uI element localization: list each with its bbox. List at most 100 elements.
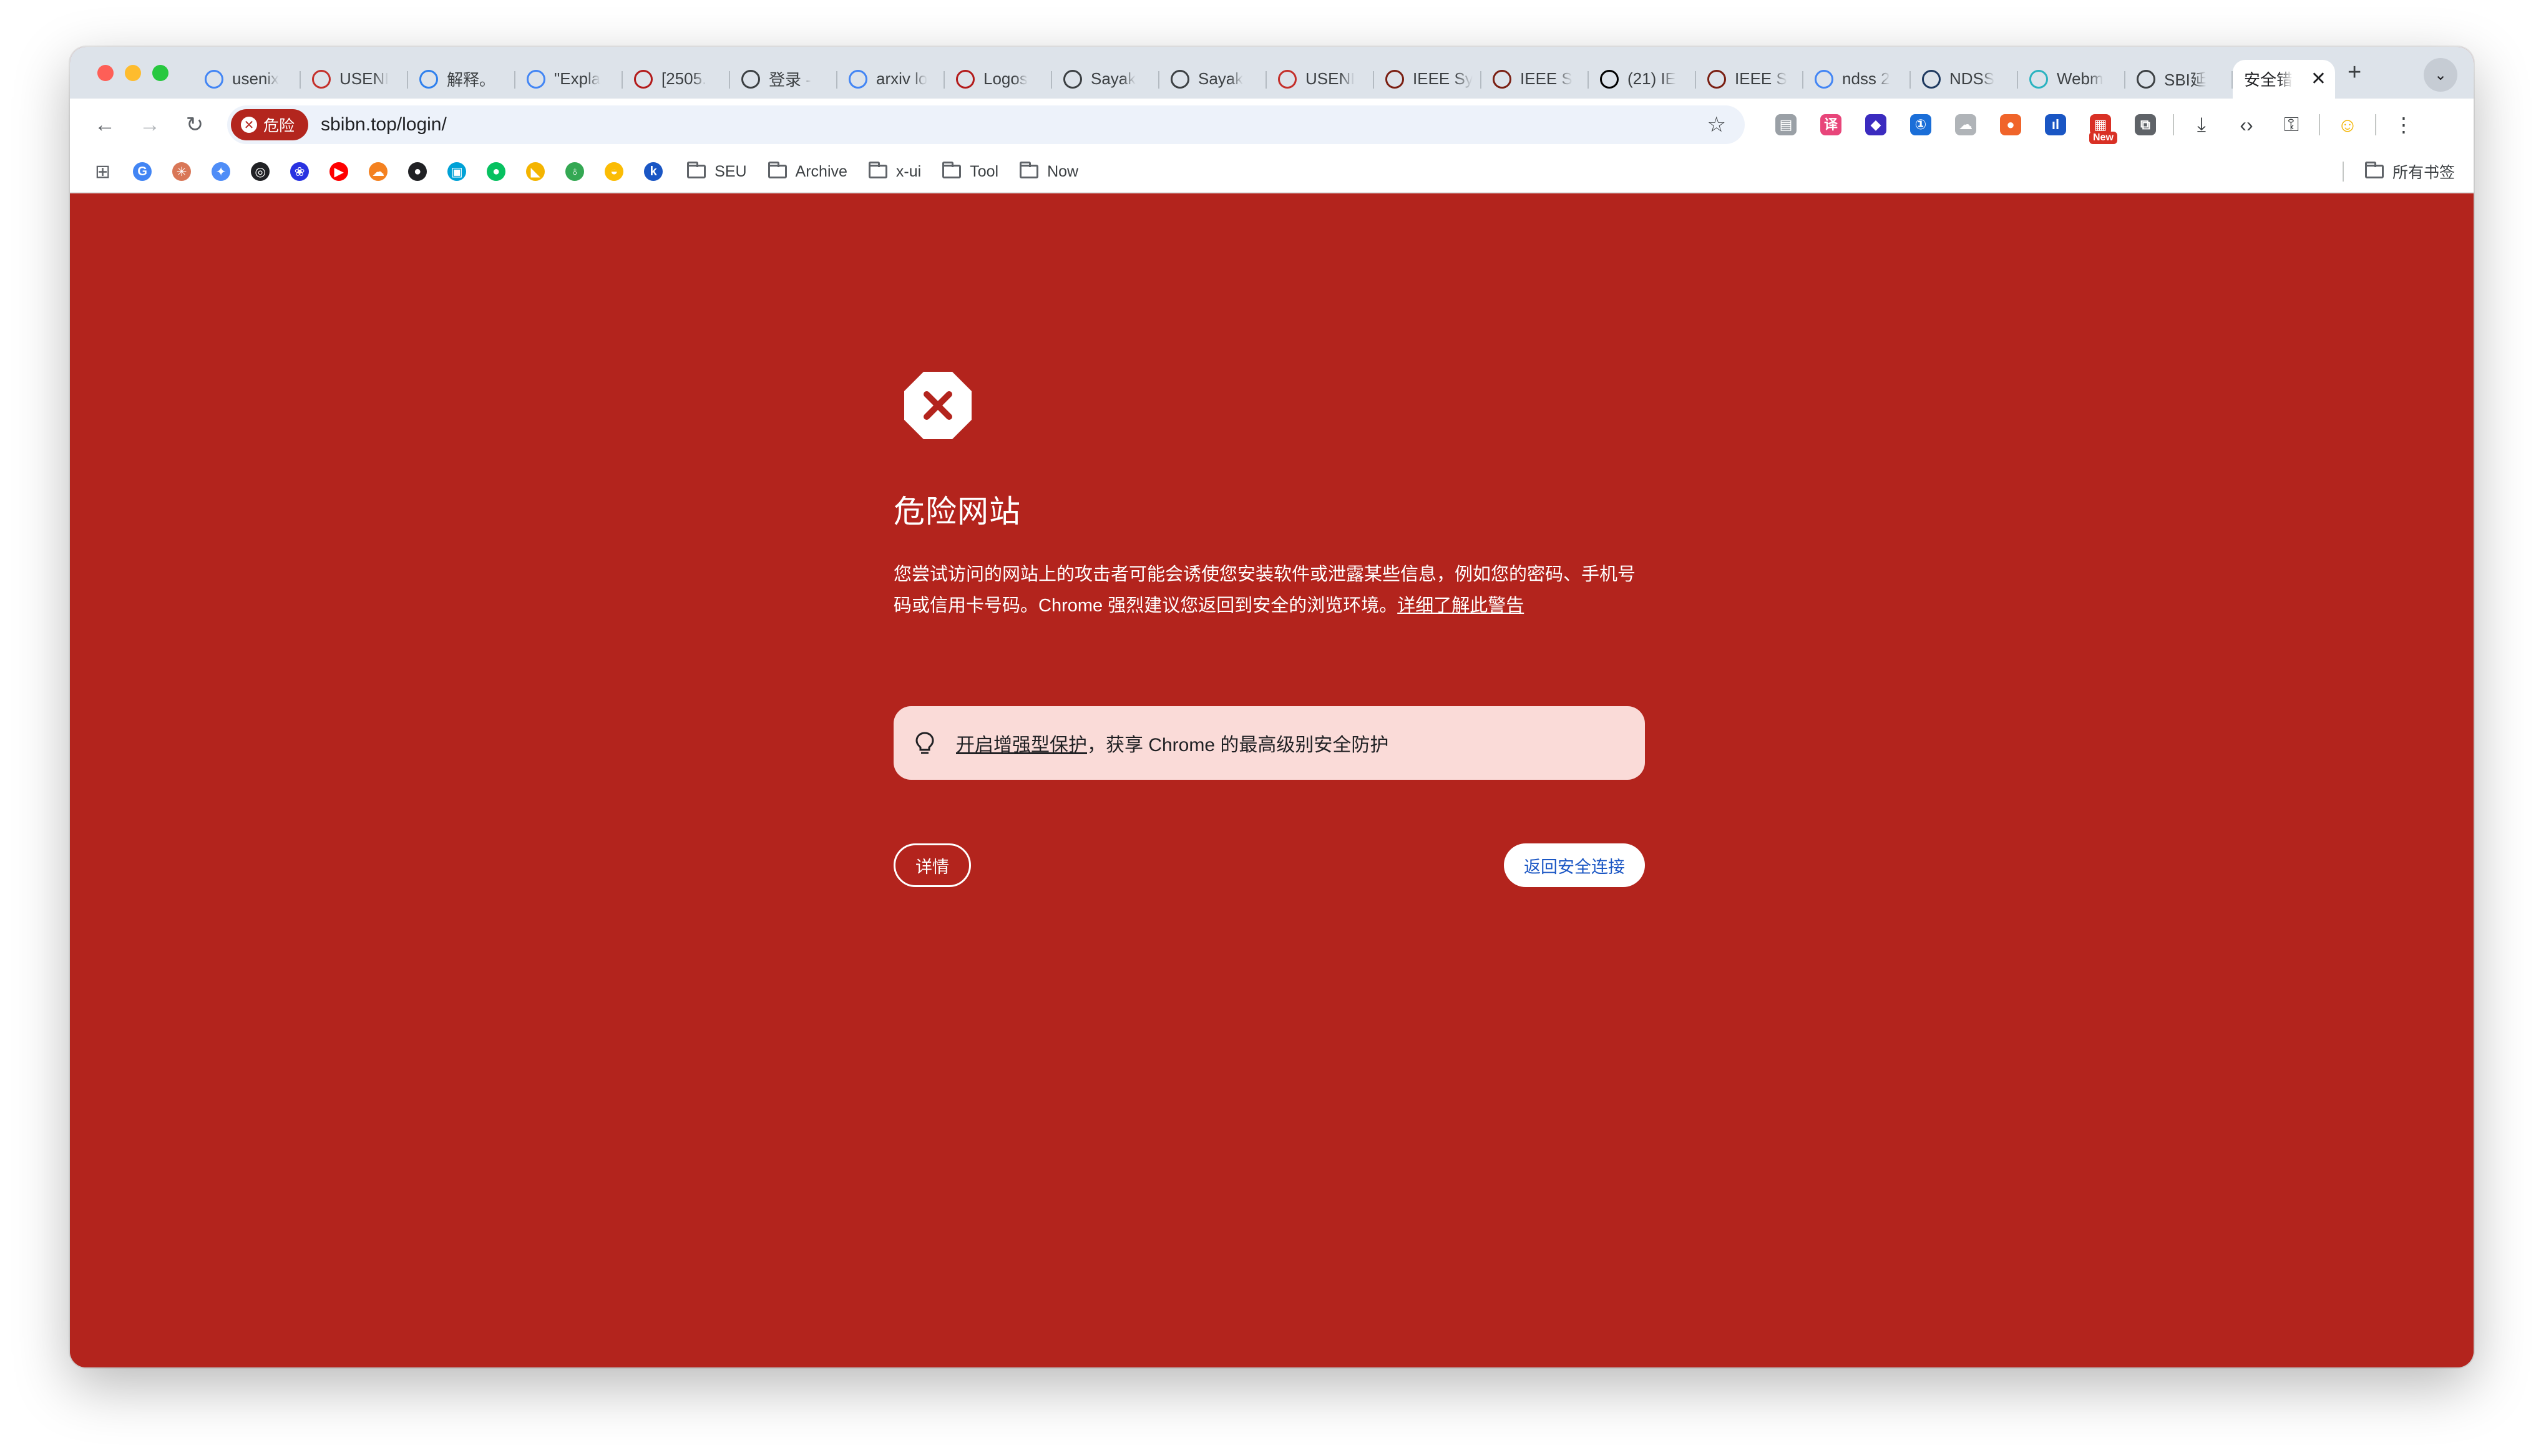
folder-label: x-ui bbox=[895, 162, 922, 180]
bookmark-folder[interactable]: Archive bbox=[768, 162, 847, 181]
forward-button[interactable]: → bbox=[127, 113, 172, 137]
folder-icon bbox=[1020, 162, 1039, 178]
cloudflare-bookmark-icon[interactable]: ☁ bbox=[369, 162, 388, 181]
download-icon[interactable]: ⤓ bbox=[2179, 113, 2224, 137]
bilibili-bookmark-icon[interactable]: ▣ bbox=[447, 162, 467, 181]
bookmark-folder[interactable]: x-ui bbox=[868, 162, 922, 181]
tab-title: ndss 2 bbox=[1842, 69, 1890, 88]
layers-icon[interactable]: ◆ bbox=[1853, 114, 1898, 135]
browser-tab[interactable]: ndss 2 bbox=[1803, 60, 1911, 99]
warning-body: 您尝试访问的网站上的攻击者可能会诱使您安装软件或泄露某些信息，例如您的密码、手机… bbox=[894, 565, 1636, 616]
browser-tab[interactable]: Webm bbox=[2018, 60, 2125, 99]
translate-icon[interactable]: 译 bbox=[1808, 114, 1853, 135]
site-danger-chip[interactable]: ✕ 危险 bbox=[231, 109, 309, 140]
all-bookmarks[interactable]: 所有书签 bbox=[2342, 160, 2455, 183]
stripe-bookmark-icon[interactable]: ◒ bbox=[605, 162, 624, 181]
code-icon[interactable]: ‹› bbox=[2224, 114, 2269, 137]
enhanced-protection-tip: 开启增强型保护 ，获享 Chrome 的最高级别安全防护 bbox=[894, 706, 1645, 780]
minimize-window-button[interactable] bbox=[125, 64, 141, 81]
active-tab[interactable]: 安全错 ✕ bbox=[2233, 59, 2335, 99]
folder-icon bbox=[768, 162, 787, 178]
blue-k-bookmark-icon[interactable]: k bbox=[644, 162, 663, 181]
back-to-safety-button[interactable]: 返回安全连接 bbox=[1504, 843, 1645, 887]
bookmark-icons: G ✳ ✦ ◎ ❀ ▶ ☁ ● ▣ ● ◣ ♁ ◒ k bbox=[133, 162, 683, 181]
browser-tab[interactable]: USENI bbox=[1267, 60, 1374, 99]
url-text[interactable]: sbibn.top/login/ bbox=[321, 114, 447, 135]
tab-title: Webm bbox=[2057, 69, 2104, 88]
new-tab-button[interactable]: + bbox=[2348, 59, 2361, 86]
at-icon bbox=[741, 69, 760, 89]
globe-icon bbox=[2137, 69, 2155, 89]
stats-icon[interactable]: ıl bbox=[2033, 114, 2078, 135]
chatbot-icon bbox=[419, 69, 438, 89]
browser-tab[interactable]: 解释。 bbox=[408, 60, 515, 99]
bookmark-flag-icon[interactable]: ◣ bbox=[526, 162, 545, 181]
puzzle-icon[interactable]: ⧉ bbox=[2123, 114, 2168, 135]
extension-glyph: ıl bbox=[2045, 114, 2066, 135]
extensions-area: ▤ 译 ◆ ① ☁ ● ıl ▦ New ⧉ bbox=[1763, 114, 2168, 144]
bookmark-folder[interactable]: SEU bbox=[687, 162, 747, 181]
leaf-bookmark-icon[interactable]: ♁ bbox=[565, 162, 585, 181]
extension-glyph: ▤ bbox=[1775, 114, 1797, 135]
browser-tab[interactable]: 登录 - bbox=[730, 60, 837, 99]
openai-bookmark-icon[interactable]: ◎ bbox=[251, 162, 270, 181]
wechat-bookmark-icon[interactable]: ● bbox=[487, 162, 506, 181]
extension-glyph: ☁ bbox=[1955, 114, 1976, 135]
google-bookmark-icon[interactable]: G bbox=[133, 162, 152, 181]
usenix-icon bbox=[312, 69, 331, 89]
apps-grid-icon[interactable]: ⊞ bbox=[95, 161, 110, 183]
browser-tab[interactable]: USENI bbox=[301, 60, 408, 99]
calendar-new-icon[interactable]: ▦ New bbox=[2078, 114, 2123, 144]
fox-icon[interactable]: ● bbox=[1988, 114, 2033, 135]
tab-title: Sayak bbox=[1198, 69, 1244, 88]
browser-tab[interactable]: IEEE S bbox=[1696, 60, 1803, 99]
profile-avatar-icon[interactable]: ☺ bbox=[2325, 114, 2370, 137]
browser-tab[interactable]: IEEE S bbox=[1481, 60, 1589, 99]
browser-tab[interactable]: "Expla bbox=[515, 60, 623, 99]
browser-tab[interactable]: Sayak bbox=[1159, 60, 1267, 99]
close-window-button[interactable] bbox=[97, 64, 114, 81]
toolbar-divider bbox=[2375, 114, 2376, 135]
github-bookmark-icon[interactable]: ● bbox=[408, 162, 427, 181]
browser-tab[interactable]: (21) IE bbox=[1589, 60, 1696, 99]
toolbar-divider bbox=[2319, 114, 2320, 135]
tab-title: Sayak bbox=[1091, 69, 1136, 88]
enhanced-protection-link[interactable]: 开启增强型保护 bbox=[956, 729, 1087, 757]
browser-tab[interactable]: IEEE Sy bbox=[1374, 60, 1481, 99]
browser-tab[interactable]: SBI延 bbox=[2125, 60, 2233, 99]
youtube-bookmark-icon[interactable]: ▶ bbox=[329, 162, 349, 181]
password-icon[interactable]: ① bbox=[1898, 114, 1943, 135]
bookmark-folder[interactable]: Tool bbox=[942, 162, 998, 181]
learn-more-link[interactable]: 详细了解此警告 bbox=[1397, 596, 1524, 616]
globe-icon bbox=[1063, 69, 1082, 89]
browser-tab[interactable]: [2505. bbox=[623, 60, 730, 99]
browser-tab[interactable]: Sayak bbox=[1052, 60, 1159, 99]
gemini-bookmark-icon[interactable]: ✦ bbox=[212, 162, 231, 181]
chrome-menu-icon[interactable]: ⋮ bbox=[2381, 113, 2426, 137]
tab-search-button[interactable]: ⌄ bbox=[2424, 58, 2457, 92]
claude-bookmark-icon[interactable]: ✳ bbox=[172, 162, 192, 181]
reload-button[interactable]: ↻ bbox=[172, 112, 217, 137]
tab-title: usenix bbox=[232, 69, 280, 88]
address-bar[interactable]: ✕ 危险 sbibn.top/login/ ☆ bbox=[227, 105, 1745, 144]
bookmark-folder[interactable]: Now bbox=[1020, 162, 1078, 181]
warning-description: 您尝试访问的网站上的攻击者可能会诱使您安装软件或泄露某些信息，例如您的密码、手机… bbox=[894, 559, 1645, 621]
folder-icon bbox=[868, 162, 887, 178]
key-icon[interactable]: ⚿ bbox=[2269, 113, 2314, 137]
baidu-bookmark-icon[interactable]: ❀ bbox=[290, 162, 310, 181]
fullscreen-window-button[interactable] bbox=[152, 64, 168, 81]
close-tab-icon[interactable]: ✕ bbox=[2311, 68, 2326, 90]
cloud-icon[interactable]: ☁ bbox=[1943, 114, 1988, 135]
browser-tab[interactable]: NDSS bbox=[1911, 60, 2018, 99]
browser-tab[interactable]: arxiv lo bbox=[837, 60, 945, 99]
ieee-sp-icon bbox=[1707, 69, 1726, 89]
browser-tab[interactable]: Logos bbox=[945, 60, 1052, 99]
back-button[interactable]: ← bbox=[82, 113, 127, 137]
reader-icon[interactable]: ▤ bbox=[1763, 114, 1808, 135]
bookmark-star-icon[interactable]: ☆ bbox=[1707, 112, 1726, 137]
extension-glyph: ① bbox=[1910, 114, 1931, 135]
details-button[interactable]: 详情 bbox=[894, 843, 971, 887]
browser-tab[interactable]: usenix bbox=[193, 60, 301, 99]
google-icon bbox=[205, 69, 223, 89]
stop-sign-icon bbox=[904, 372, 972, 439]
